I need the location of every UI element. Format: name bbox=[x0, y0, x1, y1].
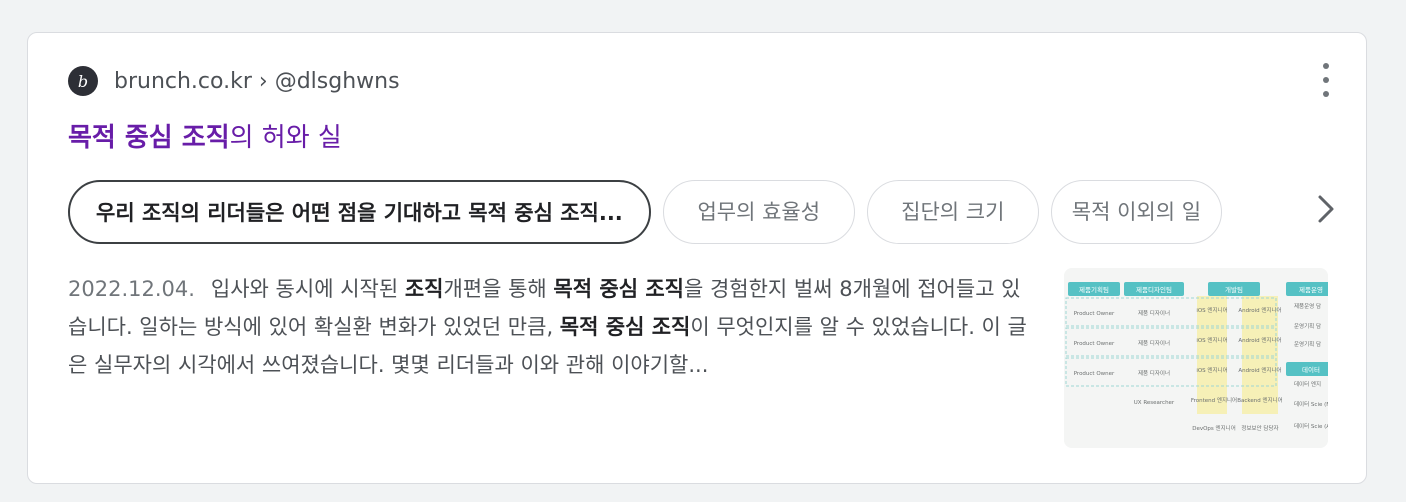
snippet-part: 입사와 동시에 시작된 bbox=[210, 277, 405, 301]
thumb-team-label: 개발팀 bbox=[1225, 285, 1243, 294]
thumb-cell: 운영기획 담 bbox=[1294, 340, 1321, 348]
thumb-team-label: 제품디자인팀 bbox=[1136, 285, 1172, 294]
thumb-cell: 운영기획 담 bbox=[1294, 322, 1321, 330]
thumb-role: Product Owner bbox=[1074, 341, 1115, 347]
thumb-cell: UX Researcher bbox=[1134, 400, 1175, 406]
thumb-cell: 제품운영 담 bbox=[1294, 302, 1321, 310]
favicon-letter: b bbox=[77, 71, 89, 91]
thumb-cell: 제품 디자이너 bbox=[1138, 369, 1170, 377]
thumb-cell: 정보보안 담당자 bbox=[1241, 424, 1278, 432]
thumb-team-label: 데이터 bbox=[1302, 365, 1320, 374]
thumb-cell: iOS 엔지니어 bbox=[1196, 366, 1227, 374]
thumb-team-label: 제품운영 bbox=[1299, 285, 1323, 294]
snippet-date: 2022.12.04. bbox=[68, 277, 195, 301]
chip-group-size[interactable]: 집단의 크기 bbox=[866, 180, 1039, 244]
thumb-cell: 데이터 Scie (ML/AI) bbox=[1294, 400, 1328, 408]
result-source[interactable]: b brunch.co.kr › @dlsghwns bbox=[68, 66, 400, 96]
thumb-role: Product Owner bbox=[1074, 371, 1115, 377]
result-snippet: 2022.12.04. 입사와 동시에 시작된 조직개편을 통해 목적 중심 조직… bbox=[68, 270, 1028, 384]
thumb-cell: 제품 디자이너 bbox=[1138, 339, 1170, 347]
snippet-highlight: 조직 bbox=[404, 277, 444, 301]
thumbnail-image[interactable]: 제품기획팀 제품디자인팀 개발팀 제품운영 데이터 Product Owner … bbox=[1064, 268, 1328, 448]
chip-row: 우리 조직의 리더들은 어떤 점을 기대하고 목적 중심 조직... 업무의 효율… bbox=[68, 180, 1300, 248]
thumb-cell: Android 엔지니어 bbox=[1238, 336, 1281, 344]
result-title-link[interactable]: 목적 중심 조직의 허와 실 bbox=[68, 117, 342, 154]
snippet-highlight: 목적 중심 조직 bbox=[553, 277, 684, 301]
breadcrumb-separator: › bbox=[258, 68, 268, 94]
source-breadcrumb: brunch.co.kr › @dlsghwns bbox=[114, 69, 400, 94]
chevron-right-icon[interactable] bbox=[1308, 191, 1344, 227]
thumb-cell: iOS 엔지니어 bbox=[1196, 306, 1227, 314]
thumb-cell: 데이터 Scie (Analytic bbox=[1294, 422, 1328, 430]
thumb-cell: 제품 디자이너 bbox=[1138, 309, 1170, 317]
source-site: brunch.co.kr bbox=[114, 68, 252, 94]
more-options-icon[interactable] bbox=[1318, 63, 1334, 97]
thumb-role: Product Owner bbox=[1074, 311, 1115, 317]
title-highlight: 목적 중심 조직 bbox=[68, 123, 230, 153]
source-author: @dlsghwns bbox=[274, 68, 400, 94]
snippet-part: 개편을 통해 bbox=[443, 277, 554, 301]
chip-selected[interactable]: 우리 조직의 리더들은 어떤 점을 기대하고 목적 중심 조직... bbox=[68, 180, 651, 244]
search-result-card: b brunch.co.kr › @dlsghwns 목적 중심 조직의 허와 … bbox=[27, 32, 1367, 484]
site-favicon: b bbox=[68, 66, 98, 96]
thumb-cell: Backend 엔지니어 bbox=[1237, 396, 1283, 404]
title-rest: 의 허와 실 bbox=[229, 123, 342, 153]
snippet-highlight: 목적 중심 조직 bbox=[559, 315, 691, 339]
thumb-cell: Android 엔지니어 bbox=[1238, 366, 1281, 374]
thumb-cell: Frontend 엔지니어 bbox=[1191, 396, 1237, 404]
thumb-cell: 데이터 엔지 bbox=[1294, 380, 1321, 388]
thumb-cell: Android 엔지니어 bbox=[1238, 306, 1281, 314]
thumb-team-label: 제품기획팀 bbox=[1079, 285, 1109, 294]
chip-efficiency[interactable]: 업무의 효율성 bbox=[662, 180, 855, 244]
thumb-cell: DevOps 엔지니어 bbox=[1192, 424, 1236, 432]
org-chart-thumbnail: 제품기획팀 제품디자인팀 개발팀 제품운영 데이터 Product Owner … bbox=[1064, 268, 1328, 448]
chip-other-work[interactable]: 목적 이외의 일 bbox=[1050, 180, 1223, 244]
chip-fade bbox=[1224, 180, 1304, 248]
thumb-cell: iOS 엔지니어 bbox=[1196, 336, 1227, 344]
